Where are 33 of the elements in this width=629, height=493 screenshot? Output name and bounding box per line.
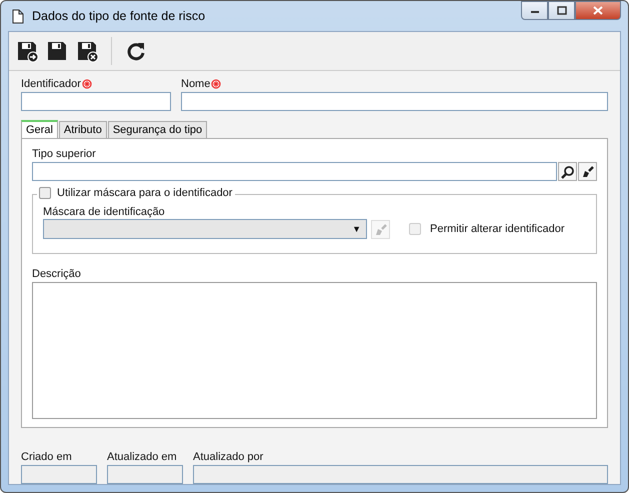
field-label: Identificador <box>21 77 81 91</box>
search-icon[interactable] <box>558 162 577 181</box>
field-label: Atualizado em <box>107 450 178 464</box>
field-label: Criado em <box>21 450 73 464</box>
description-field[interactable] <box>32 282 597 419</box>
text-field[interactable] <box>32 162 557 181</box>
checkbox-label: Permitir alterar identificador <box>430 223 564 235</box>
tab[interactable]: Atributo <box>58 121 107 138</box>
window-title: Dados do tipo de fonte de risco <box>32 9 206 23</box>
field-label: Máscara de identificação <box>43 206 165 218</box>
text-field[interactable] <box>193 465 608 484</box>
dropdown-arrow: ▼ <box>352 224 361 234</box>
text-field[interactable] <box>107 465 183 484</box>
tab[interactable]: Geral <box>21 120 58 138</box>
save-cross-icon[interactable] <box>75 39 99 63</box>
tab[interactable]: Segurança do tipo <box>108 121 208 138</box>
maximize-button[interactable] <box>548 1 575 20</box>
text-field[interactable] <box>21 92 171 111</box>
field-label: Descrição <box>32 267 82 281</box>
brush-icon[interactable] <box>578 162 597 181</box>
close-button[interactable] <box>575 1 621 20</box>
document-icon <box>12 8 24 24</box>
checkbox-label: Utilizar máscara para o identificador <box>57 187 232 199</box>
save-arrow-icon[interactable] <box>15 39 39 63</box>
text-field[interactable] <box>21 465 97 484</box>
maximize-icon <box>556 6 566 15</box>
save-icon[interactable] <box>45 39 69 63</box>
minimize-button[interactable] <box>521 1 548 20</box>
field-label: Atualizado por <box>193 450 264 464</box>
text-field[interactable] <box>181 92 608 111</box>
field-label: Tipo superior <box>32 147 97 161</box>
field-label: Nome <box>181 77 210 91</box>
close-icon <box>593 6 603 15</box>
